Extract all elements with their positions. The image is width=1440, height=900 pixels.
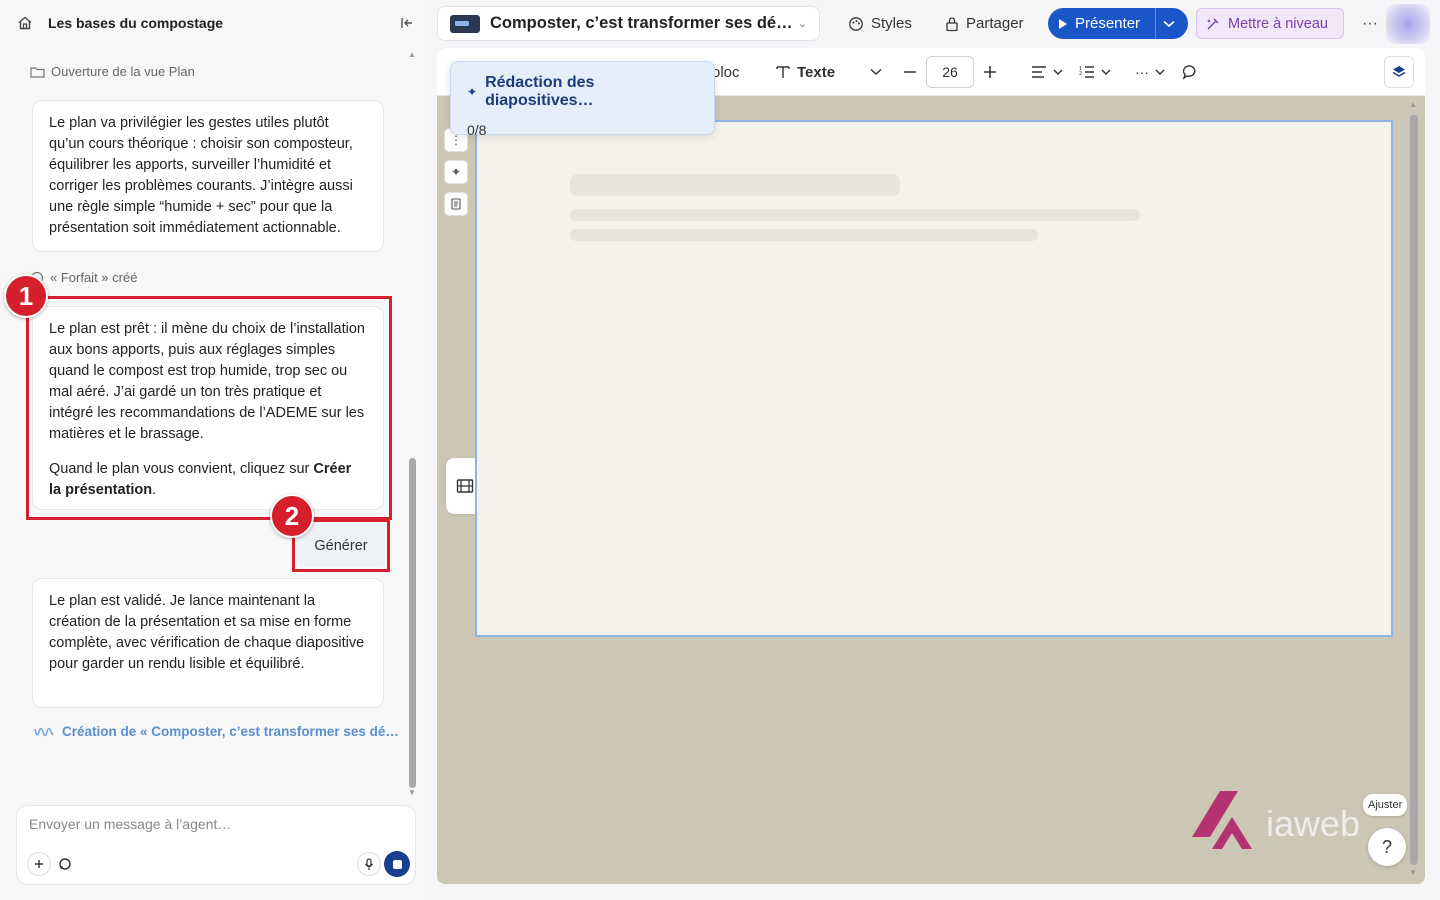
stop-generation-button[interactable] <box>384 851 410 877</box>
divider <box>1155 8 1157 39</box>
message-text: Le plan est validé. Je lance maintenant … <box>49 593 365 672</box>
logo-text: iaweb <box>1266 803 1361 844</box>
agent-message-1: Le plan va privilégier les gestes utiles… <box>32 100 384 252</box>
font-size-input[interactable]: 26 <box>926 56 974 88</box>
document-title: Les bases du compostage <box>48 15 224 31</box>
chat-scrollbar[interactable]: ▲ ▼ <box>407 50 417 798</box>
step-forfait: « Forfait » créé <box>30 270 137 285</box>
popover-title: Rédaction des diapositives… <box>485 74 595 109</box>
ai-sparkle-icon[interactable]: ✦ <box>444 160 468 184</box>
palette-icon <box>849 16 863 31</box>
styles-button[interactable]: Styles <box>840 8 920 39</box>
annotation-box-1 <box>26 296 392 520</box>
deck-title: Composter, c’est transformer ses dé… <box>490 14 792 32</box>
chevron-down-icon <box>1053 69 1063 75</box>
stop-icon <box>392 859 402 869</box>
comment-button[interactable] <box>1182 60 1199 84</box>
play-icon <box>1059 18 1067 29</box>
more-options-icon[interactable]: ··· <box>1354 8 1386 39</box>
annotation-badge-1: 1 <box>4 274 48 318</box>
sparkle-icon: ✦ <box>467 85 478 99</box>
more-format-button[interactable]: ··· <box>1135 60 1165 84</box>
chat-bubble-icon <box>59 858 71 870</box>
chevron-down-icon[interactable] <box>1163 20 1175 28</box>
increase-size-button[interactable] <box>983 60 997 84</box>
skeleton-line <box>570 209 1140 221</box>
generation-progress-popover: ✦ Rédaction des diapositives… 0/8 <box>450 61 715 138</box>
upgrade-button[interactable]: Mettre à niveau <box>1196 8 1344 39</box>
microphone-icon <box>365 857 373 870</box>
fit-button[interactable]: Ajuster <box>1363 794 1408 816</box>
comment-icon <box>1182 65 1196 80</box>
align-left-icon <box>1032 66 1046 78</box>
scroll-down-arrow[interactable]: ▼ <box>1409 868 1417 877</box>
sparkle-brush-icon <box>1207 18 1219 29</box>
align-button[interactable] <box>1031 60 1063 84</box>
block-type-label[interactable]: oloc <box>712 60 740 84</box>
list-button[interactable]: 12 <box>1079 60 1111 84</box>
text-style-selector[interactable]: Texte <box>775 60 835 84</box>
text-style-label: Texte <box>797 63 836 81</box>
deck-title-selector[interactable]: Composter, c’est transformer ses dé… ⌄ <box>437 6 820 41</box>
scroll-up-arrow[interactable]: ▲ <box>407 50 417 59</box>
editor-scrollbar-thumb[interactable] <box>1410 115 1418 865</box>
avatar[interactable] <box>1386 4 1430 44</box>
folder-icon <box>30 66 45 78</box>
minus-icon <box>904 71 916 73</box>
notes-icon[interactable] <box>444 192 468 216</box>
plus-icon <box>984 66 996 78</box>
help-button[interactable]: ? <box>1368 828 1406 866</box>
text-icon <box>776 66 790 78</box>
share-label: Partager <box>966 15 1024 32</box>
chevron-down-icon[interactable] <box>870 60 882 84</box>
iaweb-watermark-logo: iaweb <box>1190 785 1370 855</box>
agent-mode-button[interactable] <box>53 852 77 876</box>
message-text: Le plan va privilégier les gestes utiles… <box>49 115 353 236</box>
chat-header: Les bases du compostage <box>10 8 420 38</box>
creation-status-label: Création de « Composter, c’est transform… <box>62 724 399 739</box>
more-options-icon: ··· <box>1135 64 1149 80</box>
annotation-badge-2: 2 <box>270 494 314 538</box>
agent-message-3: Le plan est validé. Je lance maintenant … <box>32 578 384 708</box>
scroll-up-arrow[interactable]: ▲ <box>1409 100 1417 109</box>
lock-icon <box>946 16 958 31</box>
skeleton-line <box>570 229 1038 241</box>
creation-status[interactable]: Création de « Composter, c’est transform… <box>34 724 399 739</box>
popover-title-row: ✦ Rédaction des diapositives… <box>467 74 698 110</box>
step-plan-view-label: Ouverture de la vue Plan <box>51 64 195 79</box>
plus-icon <box>35 860 43 868</box>
present-label: Présenter <box>1075 15 1141 32</box>
collapse-panel-icon[interactable] <box>394 10 420 36</box>
styles-label: Styles <box>871 15 912 32</box>
message-input[interactable] <box>29 816 399 832</box>
presentation-icon <box>450 14 480 33</box>
layers-button[interactable] <box>1384 56 1414 88</box>
present-button[interactable]: Présenter <box>1048 8 1188 39</box>
scroll-down-arrow[interactable]: ▼ <box>407 788 417 797</box>
scrollbar-thumb[interactable] <box>409 458 416 788</box>
layers-icon <box>1392 66 1406 77</box>
upgrade-label: Mettre à niveau <box>1228 15 1328 32</box>
home-icon[interactable] <box>10 8 40 38</box>
slides-progress: 0/8 <box>467 122 487 138</box>
svg-text:2: 2 <box>1079 71 1082 77</box>
chevron-down-icon: ⌄ <box>797 18 807 30</box>
message-composer <box>16 805 416 885</box>
chevron-down-icon <box>1155 69 1165 75</box>
chevron-down-icon <box>1101 69 1111 75</box>
wave-icon <box>34 727 54 736</box>
share-button[interactable]: Partager <box>937 8 1032 39</box>
microphone-button[interactable] <box>357 852 381 876</box>
chat-panel: Les bases du compostage Ouverture de la … <box>0 0 425 900</box>
add-attachment-button[interactable] <box>27 852 51 876</box>
decrease-size-button[interactable] <box>903 60 917 84</box>
slide-placeholder[interactable] <box>475 120 1393 637</box>
numbered-list-icon: 12 <box>1079 66 1094 78</box>
step-forfait-label: « Forfait » créé <box>50 270 138 285</box>
slide-side-tools: ⋮ ✦ <box>444 128 470 216</box>
skeleton-title <box>570 174 900 196</box>
step-plan-view: Ouverture de la vue Plan <box>30 64 195 79</box>
